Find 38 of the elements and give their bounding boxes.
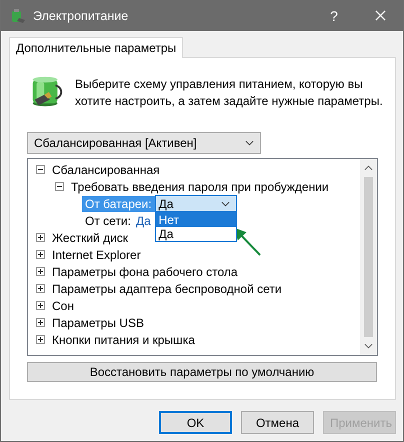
scroll-down-icon[interactable] — [364, 343, 373, 349]
expand-icon[interactable] — [36, 301, 45, 310]
scrollbar[interactable] — [360, 159, 377, 355]
tree-item[interactable]: Параметры USB — [52, 316, 144, 330]
collapse-icon[interactable] — [55, 182, 64, 191]
collapse-icon[interactable] — [36, 165, 45, 174]
tree-item[interactable]: Сбалансированная — [52, 162, 160, 176]
chevron-down-icon — [245, 140, 254, 146]
tree-item[interactable]: Сон — [52, 298, 74, 312]
expand-icon[interactable] — [36, 284, 45, 293]
tree-item[interactable]: Internet Explorer — [52, 248, 141, 262]
dropdown-option[interactable]: Нет — [156, 213, 236, 227]
tree-item[interactable]: Требовать введения пароля при пробуждении — [71, 180, 329, 194]
restore-defaults-button[interactable]: Восстановить параметры по умолчанию — [27, 362, 377, 382]
dialog-button[interactable]: Отмена — [241, 411, 314, 434]
expand-icon[interactable] — [36, 233, 45, 242]
close-icon — [374, 10, 386, 21]
scroll-thumb[interactable] — [364, 177, 373, 337]
expand-icon[interactable] — [36, 250, 45, 259]
chevron-down-icon — [220, 200, 230, 206]
setting-label[interactable]: От сети: — [82, 212, 134, 228]
expand-icon[interactable] — [36, 335, 45, 344]
tree-item[interactable]: Параметры адаптера беспроводной сети — [52, 282, 282, 296]
tree-item[interactable]: Кнопки питания и крышка — [52, 332, 195, 346]
tab[interactable]: Дополнительные параметры — [9, 37, 184, 58]
instruction-text: Выберите схему управления питанием, которую вы хотите настроить, а затем задайте нужные параметры. — [75, 76, 384, 110]
help-button[interactable]: ? — [311, 0, 357, 31]
expand-icon[interactable] — [36, 267, 45, 276]
expand-icon[interactable] — [36, 318, 45, 327]
dropdown-option[interactable]: Да — [156, 227, 236, 241]
tree-item[interactable]: Жесткий диск — [52, 230, 128, 244]
scheme-dropdown[interactable]: Сбалансированная [Активен] — [27, 132, 261, 154]
setting-value-link[interactable]: Да — [136, 214, 151, 228]
battery-plug-icon — [9, 6, 27, 24]
scroll-up-icon[interactable] — [364, 165, 373, 171]
tree-item[interactable]: Параметры фона рабочего стола — [52, 264, 238, 278]
dialog-button[interactable]: OK — [159, 411, 232, 434]
window-title: Электропитание — [33, 8, 130, 22]
